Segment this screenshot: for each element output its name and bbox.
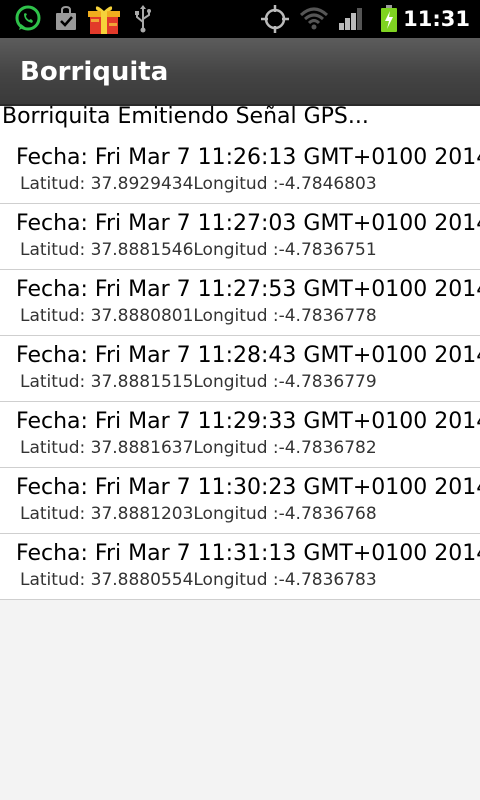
- wifi-icon: [298, 0, 330, 38]
- signal-icon: [336, 0, 366, 38]
- list-item[interactable]: Fecha: Fri Mar 7 11:26:13 GMT+0100 2014 …: [0, 138, 480, 204]
- gps-status-header: Borriquita Emitiendo Señal GPS...: [0, 106, 480, 138]
- entry-date: Fecha: Fri Mar 7 11:26:13 GMT+0100 2014: [16, 145, 480, 170]
- entry-date: Fecha: Fri Mar 7 11:27:53 GMT+0100 2014: [16, 277, 480, 302]
- gift-icon[interactable]: [86, 0, 122, 38]
- gps-icon: [258, 0, 292, 38]
- entry-date: Fecha: Fri Mar 7 11:29:33 GMT+0100 2014: [16, 409, 480, 434]
- list-item[interactable]: Fecha: Fri Mar 7 11:27:53 GMT+0100 2014 …: [0, 270, 480, 336]
- entry-date: Fecha: Fri Mar 7 11:31:13 GMT+0100 2014: [16, 541, 480, 566]
- gps-entry-list[interactable]: Fecha: Fri Mar 7 11:26:13 GMT+0100 2014 …: [0, 138, 480, 600]
- list-item[interactable]: Fecha: Fri Mar 7 11:29:33 GMT+0100 2014 …: [0, 402, 480, 468]
- list-item[interactable]: Fecha: Fri Mar 7 11:27:03 GMT+0100 2014 …: [0, 204, 480, 270]
- entry-coordinates: Latitud: 37.8880554Longitud :-4.7836783: [20, 570, 377, 590]
- status-time: 11:31: [403, 7, 470, 31]
- entry-coordinates: Latitud: 37.8880801Longitud :-4.7836778: [20, 306, 377, 326]
- battery-charging-icon: [376, 0, 402, 38]
- list-item[interactable]: Fecha: Fri Mar 7 11:31:13 GMT+0100 2014 …: [0, 534, 480, 600]
- entry-date: Fecha: Fri Mar 7 11:28:43 GMT+0100 2014: [16, 343, 480, 368]
- app-title: Borriquita: [20, 57, 169, 87]
- entry-coordinates: Latitud: 37.8881637Longitud :-4.7836782: [20, 438, 377, 458]
- entry-date: Fecha: Fri Mar 7 11:27:03 GMT+0100 2014: [16, 211, 480, 236]
- status-bar: 11:31: [0, 0, 480, 38]
- whatsapp-icon[interactable]: [12, 0, 44, 38]
- entry-coordinates: Latitud: 37.8881546Longitud :-4.7836751: [20, 240, 377, 260]
- entry-coordinates: Latitud: 37.8881515Longitud :-4.7836779: [20, 372, 377, 392]
- usb-icon: [130, 0, 156, 38]
- shopping-bag-check-icon[interactable]: [52, 0, 80, 38]
- action-bar: Borriquita: [0, 38, 480, 106]
- entry-coordinates: Latitud: 37.8929434Longitud :-4.7846803: [20, 174, 377, 194]
- entry-coordinates: Latitud: 37.8881203Longitud :-4.7836768: [20, 504, 377, 524]
- entry-date: Fecha: Fri Mar 7 11:30:23 GMT+0100 2014: [16, 475, 480, 500]
- gps-status-text: Borriquita Emitiendo Señal GPS...: [2, 104, 369, 129]
- list-item[interactable]: Fecha: Fri Mar 7 11:28:43 GMT+0100 2014 …: [0, 336, 480, 402]
- list-item[interactable]: Fecha: Fri Mar 7 11:30:23 GMT+0100 2014 …: [0, 468, 480, 534]
